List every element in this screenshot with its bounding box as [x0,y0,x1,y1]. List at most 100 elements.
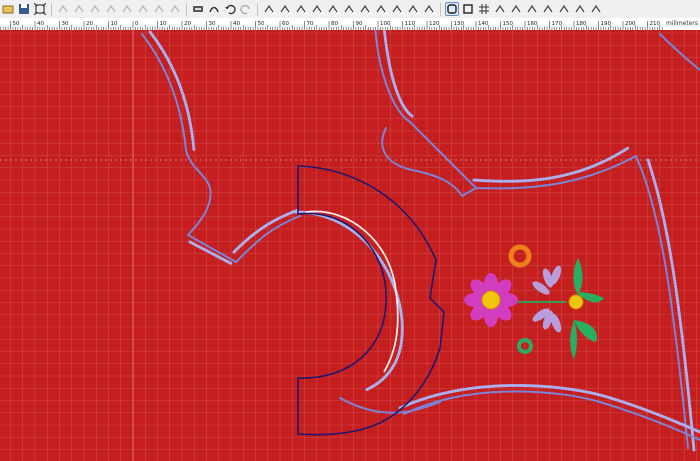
collar-piece[interactable] [297,165,445,436]
duplicate-button[interactable] [168,2,182,16]
copy-button[interactable] [136,2,150,16]
text-button[interactable] [374,2,388,16]
ruler-tick-label: 100 [380,21,391,27]
grid-button[interactable] [477,2,491,16]
toolbar-separator [51,2,52,16]
monogram-icon [392,4,402,13]
magic-wand-icon [328,4,338,13]
ruler-tick-label: 30 [209,21,216,27]
pen-button[interactable] [525,2,539,16]
ruler-tick-label: 200 [625,21,636,27]
ruler-tick-label: 110 [405,21,416,27]
paste-button[interactable] [152,2,166,16]
node-button[interactable] [557,2,571,16]
ruler-tick-label: 90 [356,21,363,27]
group-button[interactable] [88,2,102,16]
bezier-icon [264,4,274,13]
upper-right-curve[interactable] [659,33,700,71]
left-armhole-outline[interactable] [141,33,301,263]
tulip-leaf-lower-right [574,320,597,342]
ruler-tick-label: 180 [576,21,587,27]
ruler-tick-label: 40 [233,21,240,27]
machine-icon [193,6,203,12]
collar-outline[interactable] [297,165,445,436]
save-button[interactable] [17,2,31,16]
puzzle-icon [591,4,601,13]
ruler-tick-label: 20 [184,21,191,27]
ruler-tick-label: 20 [86,21,93,27]
orange-ring-motif[interactable] [508,244,532,268]
ruler-scale: 50 40 30 20 10 0 10 20 30 40 50 60 70 80 90 100 110 120 13… [0,21,680,30]
ruler-unit-label: milimeters [663,18,700,30]
node-select-icon [74,4,84,13]
stitch-player-button[interactable] [207,2,221,16]
ruler-tick-label: 120 [429,21,440,27]
star-icon [408,4,418,13]
draw-button[interactable] [278,2,292,16]
shirt-button[interactable] [294,2,308,16]
machine-button[interactable] [191,2,205,16]
stamp-button[interactable] [358,2,372,16]
embroidery-motif[interactable] [464,244,604,360]
fit-view-icon [34,3,46,15]
duplicate-icon [170,4,180,13]
save-icon [19,4,29,14]
palette-button[interactable] [310,2,324,16]
pointer-button[interactable] [541,2,555,16]
open-button[interactable] [1,2,15,16]
show-hoop-button[interactable] [461,2,475,16]
ruler-tick-label: 210 [650,21,661,27]
toolbar-separator [186,2,187,16]
fit-view-button[interactable] [33,2,47,16]
magic-wand-button[interactable] [326,2,340,16]
pink-flower-motif[interactable] [464,273,518,327]
design-workspace[interactable] [0,30,700,461]
group-icon [90,4,100,13]
shoulder-tab-outline[interactable] [381,127,477,197]
cross-button[interactable] [573,2,587,16]
select-button[interactable] [56,2,70,16]
collar-highlight-stitch [305,210,399,373]
shirt-icon [296,4,306,13]
cut-button[interactable] [120,2,134,16]
text-icon [376,4,386,13]
ruler-tick-label: 50 [13,21,20,27]
redo-button[interactable] [239,2,253,16]
draw-icon [280,4,290,13]
design-canvas[interactable] [0,30,700,461]
flower-center [481,290,501,310]
ruler-tick-label: 170 [552,21,563,27]
node-select-button[interactable] [72,2,86,16]
ruler-tick-label: 150 [503,21,514,27]
ruler-tick-label: 160 [527,21,538,27]
star-button[interactable] [406,2,420,16]
ruler-tick-label: 10 [111,21,118,27]
brush-button[interactable] [342,2,356,16]
node-icon [559,4,569,13]
toolbar-separator [257,2,258,16]
show-design-button[interactable] [445,2,459,16]
cut-icon [122,4,132,13]
hem-curve-outline[interactable] [403,390,700,441]
pointer-icon [543,4,553,13]
brush-icon [344,4,354,13]
monogram-button[interactable] [390,2,404,16]
undo-button[interactable] [223,2,237,16]
bezier-button[interactable] [262,2,276,16]
wreath-button[interactable] [422,2,436,16]
open-icon [2,5,14,14]
zoom-button[interactable] [493,2,507,16]
ruler-tick-label: 0 [135,21,139,27]
ruler-tick-label: 40 [37,21,44,27]
ungroup-button[interactable] [104,2,118,16]
stamp-icon [360,4,370,13]
redo-icon [240,4,250,15]
grid-icon [479,4,489,14]
ruler-tick-label: 130 [454,21,465,27]
grid-lines [0,30,700,461]
measure-button[interactable] [509,2,523,16]
puzzle-button[interactable] [589,2,603,16]
measure-icon [511,4,521,13]
select-icon [58,4,68,13]
ruler-tick-label: 80 [331,21,338,27]
